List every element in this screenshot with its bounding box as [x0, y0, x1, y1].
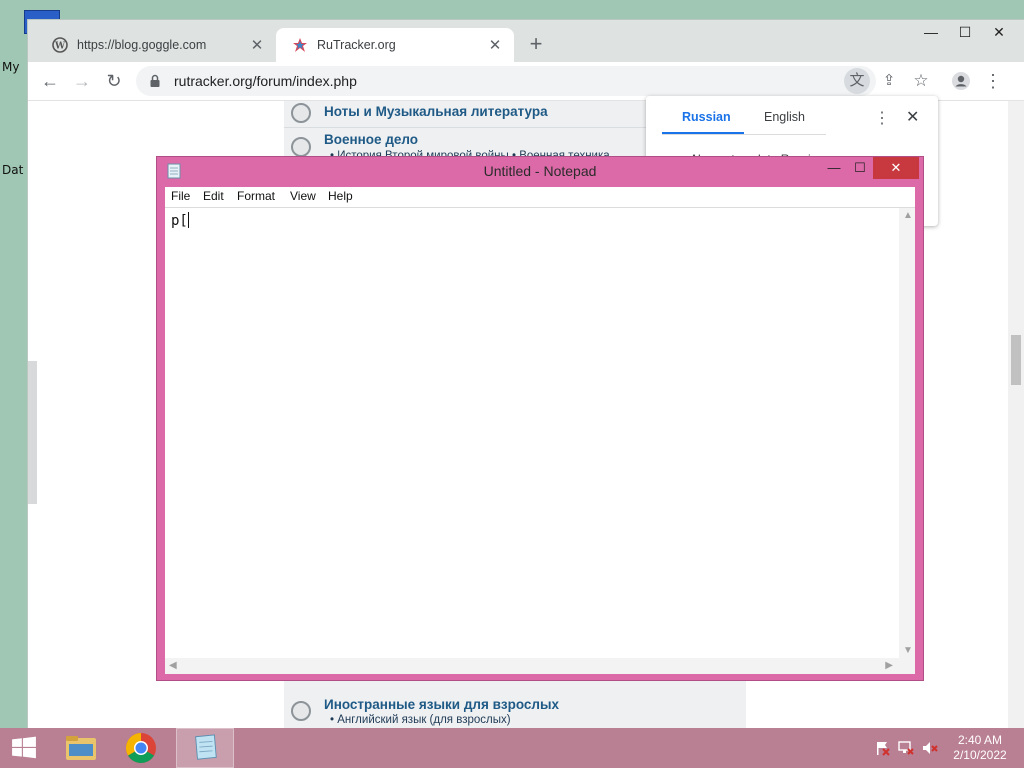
start-button[interactable]	[4, 728, 44, 768]
scrollbar-thumb[interactable]	[1011, 335, 1021, 385]
tab-blog[interactable]: W https://blog.goggle.com ✕	[36, 28, 276, 62]
text-caret	[187, 212, 189, 228]
tab-close-icon[interactable]: ✕	[486, 36, 504, 54]
desktop-label-dat: Dat	[2, 163, 24, 177]
menu-file[interactable]: File	[171, 189, 190, 203]
forum-title[interactable]: Иностранные языки для взрослых	[324, 697, 559, 712]
forum-icon	[291, 103, 311, 123]
menu-view[interactable]: View	[290, 189, 316, 203]
translate-icon[interactable]: 文	[844, 68, 870, 94]
notepad-maximize-button[interactable]: ☐	[847, 157, 873, 179]
menu-help[interactable]: Help	[328, 189, 353, 203]
translate-options-icon[interactable]: ⋮	[874, 108, 890, 128]
forward-arrow-icon[interactable]: →	[68, 67, 96, 95]
translate-tab-english[interactable]: English	[764, 110, 805, 124]
scroll-left-icon[interactable]: ◀	[169, 660, 177, 671]
desktop-label-my: My	[2, 60, 20, 74]
bookmark-star-icon[interactable]: ☆	[908, 68, 934, 94]
taskbar: 2:40 AM 2/10/2022	[0, 728, 1024, 768]
forum-subforums[interactable]: • Английский язык (для взрослых)	[330, 714, 511, 726]
notepad-minimize-button[interactable]: —	[821, 157, 847, 179]
tab-strip: W https://blog.goggle.com ✕ RuTracker.or…	[28, 20, 1024, 62]
reload-icon[interactable]: ↻	[100, 67, 128, 95]
notepad-vertical-scrollbar[interactable]: ▲ ▼	[899, 208, 915, 658]
profile-avatar-icon[interactable]	[948, 68, 974, 94]
forum-icon	[291, 701, 311, 721]
taskbar-clock[interactable]: 2:40 AM 2/10/2022	[944, 733, 1016, 763]
translate-tab-russian[interactable]: Russian	[682, 110, 731, 124]
notepad-window: Untitled - Notepad — ☐ ✕ File Edit Forma…	[156, 156, 924, 681]
menu-format[interactable]: Format	[237, 189, 275, 203]
tab-rutracker[interactable]: RuTracker.org ✕	[276, 28, 514, 62]
url-text: rutracker.org/forum/index.php	[174, 73, 357, 89]
forum-title[interactable]: Ноты и Музыкальная литература	[324, 104, 548, 119]
address-bar[interactable]: rutracker.org/forum/index.php	[136, 66, 876, 96]
svg-text:W: W	[54, 42, 66, 52]
rutracker-icon	[293, 38, 307, 52]
notepad-menubar: File Edit Format View Help	[165, 187, 915, 208]
notepad-close-button[interactable]: ✕	[873, 157, 919, 179]
browser-minimize-button[interactable]: —	[914, 20, 948, 44]
notepad-text-line: p[	[171, 212, 189, 229]
divider	[662, 134, 826, 135]
notepad-icon	[195, 734, 217, 760]
folder-icon	[66, 736, 96, 760]
forum-row: Иностранные языки для взрослых • Английс…	[284, 695, 746, 728]
taskbar-notepad[interactable]	[176, 728, 234, 768]
taskbar-file-explorer[interactable]	[56, 728, 106, 768]
share-icon[interactable]: ⇪	[876, 68, 902, 94]
notepad-horizontal-scrollbar[interactable]: ◀ ▶	[165, 658, 899, 674]
clock-time: 2:40 AM	[957, 733, 1003, 747]
clock-date: 2/10/2022	[953, 748, 1007, 762]
forum-title[interactable]: Военное дело	[324, 132, 418, 147]
side-panel-handle[interactable]	[28, 361, 37, 504]
notepad-text-area[interactable]: p[ ▲ ▼ ◀ ▶	[165, 208, 915, 674]
volume-muted-icon[interactable]	[922, 740, 938, 756]
translate-close-icon[interactable]: ✕	[906, 107, 919, 127]
chrome-icon	[125, 733, 156, 764]
tab-title: https://blog.goggle.com	[77, 38, 207, 52]
action-center-flag-icon[interactable]	[874, 740, 890, 756]
browser-maximize-button[interactable]: ☐	[948, 20, 982, 44]
lock-icon	[150, 74, 160, 87]
tab-title: RuTracker.org	[317, 38, 396, 52]
back-arrow-icon[interactable]: ←	[36, 67, 64, 95]
menu-edit[interactable]: Edit	[203, 189, 224, 203]
selected-tab-indicator	[662, 132, 744, 134]
notepad-titlebar[interactable]: Untitled - Notepad — ☐ ✕	[157, 157, 923, 185]
browser-close-button[interactable]: ✕	[982, 20, 1016, 44]
new-tab-button[interactable]: +	[524, 33, 548, 57]
browser-menu-icon[interactable]: ⋮	[980, 68, 1006, 94]
forum-icon	[291, 137, 311, 157]
network-icon[interactable]	[898, 740, 914, 756]
resize-grip[interactable]	[899, 658, 915, 674]
scroll-up-icon[interactable]: ▲	[903, 210, 913, 221]
wordpress-icon: W	[52, 37, 68, 53]
page-scrollbar[interactable]	[1008, 101, 1024, 728]
scroll-down-icon[interactable]: ▼	[903, 645, 913, 656]
windows-logo-icon	[12, 736, 36, 759]
notepad-title: Untitled - Notepad	[483, 163, 597, 179]
scroll-right-icon[interactable]: ▶	[885, 660, 893, 671]
tab-close-icon[interactable]: ✕	[248, 36, 266, 54]
taskbar-chrome[interactable]	[114, 728, 168, 768]
notepad-text: p[	[171, 213, 188, 229]
